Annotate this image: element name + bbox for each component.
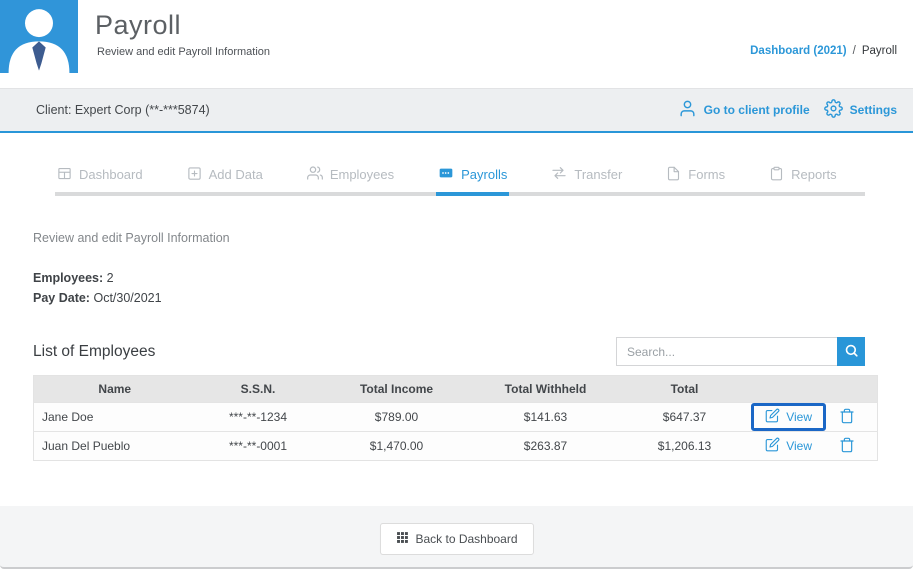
transfer-arrows-icon <box>551 165 567 184</box>
employees-table: Name S.S.N. Total Income Total Withheld … <box>33 375 878 461</box>
table-row: Jane Doe ***-**-1234 $789.00 $141.63 $64… <box>33 402 878 432</box>
employees-count: Employees: 2 <box>33 268 162 288</box>
pay-date: Pay Date: Oct/30/2021 <box>33 288 162 308</box>
search-button[interactable] <box>837 337 865 366</box>
client-bar: Client: Expert Corp (**-***5874) Go to c… <box>0 88 913 133</box>
row-actions: View <box>750 402 878 432</box>
employee-total: $1,206.13 <box>618 431 751 461</box>
avatar <box>0 0 78 73</box>
search-input[interactable] <box>616 337 837 366</box>
breadcrumb-dashboard-link[interactable]: Dashboard (2021) <box>750 45 847 57</box>
tab-forms[interactable]: Forms <box>664 158 727 196</box>
tab-reports[interactable]: Reports <box>767 158 839 196</box>
breadcrumb-current: Payroll <box>861 45 897 57</box>
page-header: Payroll Review and edit Payroll Informat… <box>0 0 913 88</box>
tab-add-data[interactable]: Add Data <box>185 158 265 196</box>
trash-icon <box>839 408 855 427</box>
go-to-client-profile-link[interactable]: Go to client profile <box>678 99 810 121</box>
employee-name: Juan Del Pueblo <box>33 431 196 461</box>
tab-payrolls[interactable]: Payrolls <box>436 158 510 196</box>
payroll-meta: Employees: 2 Pay Date: Oct/30/2021 <box>33 268 162 308</box>
dashboard-grid-icon <box>57 166 72 184</box>
edit-icon <box>765 437 780 455</box>
payroll-page: Payroll Review and edit Payroll Informat… <box>0 0 913 569</box>
employee-ssn: ***-**-1234 <box>195 402 321 432</box>
breadcrumb: Dashboard (2021) / Payroll <box>750 45 897 57</box>
user-icon <box>678 99 697 121</box>
table-row: Juan Del Pueblo ***-**-0001 $1,470.00 $2… <box>33 431 878 461</box>
person-avatar-icon <box>0 9 78 77</box>
settings-link[interactable]: Settings <box>823 99 897 121</box>
footer-bar: Back to Dashboard <box>0 506 913 569</box>
search-icon <box>844 343 859 361</box>
column-header-total: Total <box>618 375 751 403</box>
list-of-employees-title: List of Employees <box>33 343 156 360</box>
payroll-card-icon <box>438 165 454 184</box>
search-group <box>616 337 865 366</box>
column-header-ssn: S.S.N. <box>195 375 321 403</box>
page-subtitle: Review and edit Payroll Information <box>97 46 271 58</box>
employee-total-withheld: $141.63 <box>472 402 619 432</box>
file-icon <box>666 166 681 184</box>
employee-total-withheld: $263.87 <box>472 431 619 461</box>
users-icon <box>306 165 323 184</box>
breadcrumb-separator: / <box>852 45 856 57</box>
employee-ssn: ***-**-0001 <box>195 431 321 461</box>
row-actions: View <box>750 431 878 461</box>
trash-icon <box>839 437 855 456</box>
employee-total: $647.37 <box>618 402 751 432</box>
back-to-dashboard-button[interactable]: Back to Dashboard <box>379 523 534 555</box>
grid-icon <box>395 531 408 547</box>
column-header-name: Name <box>33 375 196 403</box>
view-button[interactable]: View <box>751 432 826 460</box>
page-title: Payroll <box>95 10 182 40</box>
column-header-total-income: Total Income <box>320 375 473 403</box>
gear-icon <box>823 99 843 121</box>
pay-date-label: Pay Date: <box>33 291 90 305</box>
tab-bar: Dashboard Add Data Employees Payrolls Tr… <box>55 158 865 196</box>
tab-employees[interactable]: Employees <box>305 158 396 196</box>
pay-date-value: Oct/30/2021 <box>93 291 162 305</box>
employee-total-income: $789.00 <box>320 402 473 432</box>
employees-count-label: Employees: <box>33 271 104 285</box>
tab-dashboard[interactable]: Dashboard <box>55 158 145 196</box>
clipboard-icon <box>769 166 784 184</box>
delete-button[interactable] <box>839 437 855 456</box>
column-header-total-withheld: Total Withheld <box>472 375 619 403</box>
section-description: Review and edit Payroll Information <box>33 231 230 245</box>
client-actions: Go to client profile Settings <box>678 99 897 121</box>
plus-square-icon <box>187 166 202 184</box>
employee-total-income: $1,470.00 <box>320 431 473 461</box>
employees-count-value: 2 <box>106 271 114 285</box>
table-header-row: Name S.S.N. Total Income Total Withheld … <box>33 375 878 403</box>
delete-button[interactable] <box>839 408 855 427</box>
edit-icon <box>765 408 780 426</box>
client-label: Client: Expert Corp (**-***5874) <box>36 103 210 117</box>
tab-transfer[interactable]: Transfer <box>549 158 624 196</box>
employee-name: Jane Doe <box>33 402 196 432</box>
column-header-actions <box>750 375 878 403</box>
view-button[interactable]: View <box>751 403 826 431</box>
